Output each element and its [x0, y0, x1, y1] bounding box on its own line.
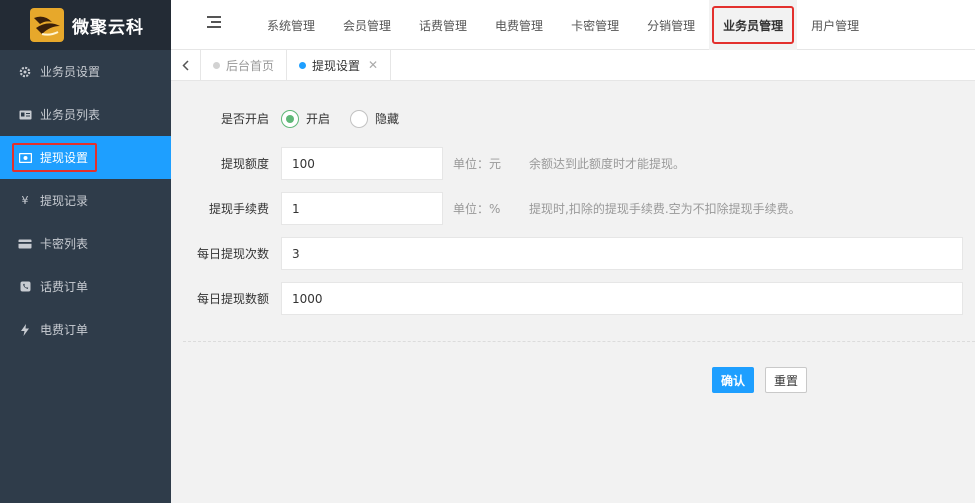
dot-icon: [213, 61, 220, 69]
daily-count-label: 每日提现次数: [196, 247, 269, 261]
topnav-users[interactable]: 用户管理: [797, 0, 873, 50]
tab-withdraw-settings[interactable]: 提现设置 ✕: [287, 49, 392, 81]
radio-label: 隐藏: [375, 112, 400, 126]
form-divider: [183, 341, 975, 342]
radio-checked-icon: [281, 109, 299, 128]
amount-label: 提现额度: [220, 157, 269, 171]
sidebar-item-label: 电费订单: [40, 323, 89, 337]
highlight-box: [712, 6, 795, 44]
sidebar-nav: 业务员设置 业务员列表 提现设置 ¥ 提现记录 卡密列表 话费订单 电费订单: [0, 50, 171, 351]
sidebar-item-electric-orders[interactable]: 电费订单: [0, 308, 171, 351]
topnav-card[interactable]: 卡密管理: [557, 0, 633, 50]
gear-icon: [18, 65, 32, 79]
radio-unchecked-icon: [350, 109, 369, 128]
radio-label: 开启: [306, 112, 331, 126]
logo-text: 微聚云科: [72, 17, 144, 38]
daily-amount-label: 每日提现数额: [196, 292, 269, 306]
id-card-icon: [18, 108, 32, 122]
form-row-daily-amount: 每日提现数额: [171, 282, 963, 315]
fee-input[interactable]: [281, 192, 443, 225]
form-row-amount: 提现额度 单位：元 余额达到此额度时才能提现。: [171, 147, 685, 180]
radio-enable-off[interactable]: 隐藏: [350, 109, 400, 128]
logo-icon: [30, 8, 64, 42]
logo[interactable]: 微聚云科: [0, 0, 171, 50]
phone-icon: [18, 280, 32, 294]
fee-unit: 单位：%: [453, 202, 501, 216]
chevron-left-icon[interactable]: [171, 49, 201, 81]
amount-hint: 余额达到此额度时才能提现。: [529, 157, 686, 171]
tab-home[interactable]: 后台首页: [201, 49, 288, 81]
top-header: 系统管理 会员管理 话费管理 电费管理 卡密管理 分销管理 业务员管理 用户管理: [171, 0, 975, 50]
topnav-phone-bill[interactable]: 话费管理: [405, 0, 481, 50]
sidebar-item-label: 业务员设置: [40, 65, 101, 79]
fee-label: 提现手续费: [208, 202, 269, 216]
radio-enable-on[interactable]: 开启: [281, 109, 331, 128]
sidebar-item-phone-orders[interactable]: 话费订单: [0, 265, 171, 308]
top-nav: 系统管理 会员管理 话费管理 电费管理 卡密管理 分销管理 业务员管理 用户管理: [253, 0, 873, 50]
daily-count-input[interactable]: [281, 237, 963, 270]
submit-button[interactable]: 确认: [712, 367, 755, 393]
sidebar-item-card-list[interactable]: 卡密列表: [0, 222, 171, 265]
tab-label: 提现设置: [312, 58, 361, 73]
sidebar-item-label: 话费订单: [40, 280, 89, 294]
dot-icon: [299, 61, 307, 69]
highlight-box: [12, 143, 97, 172]
sidebar: 微聚云科 业务员设置 业务员列表 提现设置 ¥ 提现记录 卡密列表 话费订单 电…: [0, 0, 171, 503]
topnav-member[interactable]: 会员管理: [329, 0, 405, 50]
topnav-salesman[interactable]: 业务员管理: [709, 0, 798, 50]
tab-label: 后台首页: [226, 58, 275, 73]
yen-icon: ¥: [21, 194, 29, 207]
bolt-icon: [18, 323, 32, 337]
sidebar-item-withdraw-records[interactable]: ¥ 提现记录: [0, 179, 171, 222]
fee-hint: 提现时,扣除的提现手续费.空为不扣除提现手续费。: [529, 202, 801, 216]
sidebar-item-label: 提现记录: [40, 194, 89, 208]
sidebar-item-withdraw-settings[interactable]: 提现设置: [0, 136, 171, 179]
topnav-distribution[interactable]: 分销管理: [633, 0, 709, 50]
tab-bar: 后台首页 提现设置 ✕: [171, 49, 975, 81]
form-row-enable: 是否开启 开启 隐藏: [171, 102, 419, 135]
sidebar-item-salesman-settings[interactable]: 业务员设置: [0, 50, 171, 93]
form-row-daily-count: 每日提现次数: [171, 237, 963, 270]
enable-label: 是否开启: [220, 112, 269, 126]
topnav-system[interactable]: 系统管理: [253, 0, 329, 50]
menu-toggle-icon[interactable]: [207, 16, 221, 30]
credit-card-icon: [18, 237, 32, 251]
reset-button[interactable]: 重置: [765, 367, 808, 393]
form-row-fee: 提现手续费 单位：% 提现时,扣除的提现手续费.空为不扣除提现手续费。: [171, 192, 801, 225]
sidebar-item-salesman-list[interactable]: 业务员列表: [0, 93, 171, 136]
topnav-electric-bill[interactable]: 电费管理: [481, 0, 557, 50]
daily-amount-input[interactable]: [281, 282, 963, 315]
close-icon[interactable]: ✕: [368, 58, 378, 72]
amount-unit: 单位：元: [453, 157, 502, 171]
sidebar-item-label: 业务员列表: [40, 108, 101, 122]
main-content: 是否开启 开启 隐藏 提现额度 单位：元 余额达到此额度时才能提现。 提现手续费…: [171, 81, 975, 503]
amount-input[interactable]: [281, 147, 443, 180]
sidebar-item-label: 卡密列表: [40, 237, 89, 251]
